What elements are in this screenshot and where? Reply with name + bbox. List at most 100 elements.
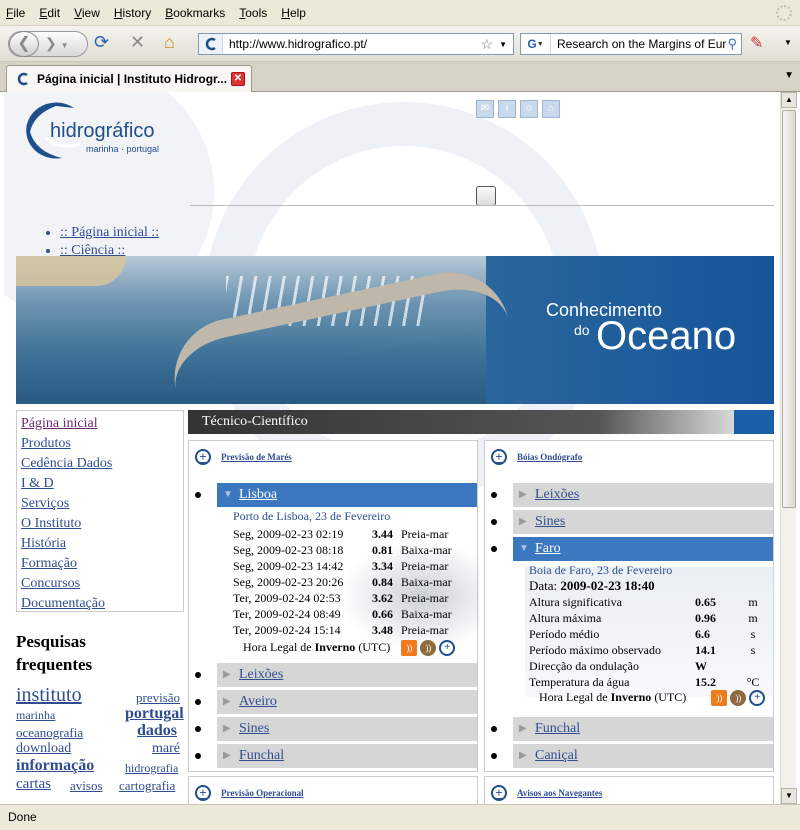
info-icon[interactable]: i — [498, 100, 516, 118]
nav-produtos[interactable]: Produtos — [21, 434, 179, 454]
buoy-item-canical[interactable]: ▶ Caniçal — [491, 744, 773, 768]
logo-wordmark: hidrográfico — [50, 120, 155, 142]
contact-icon[interactable]: ✉ — [476, 100, 494, 118]
nav-i-d[interactable]: I & D — [21, 474, 179, 494]
buoy-item-faro[interactable]: ▼ Faro — [491, 537, 773, 561]
tide-item-sines[interactable]: ▶ Sines — [195, 717, 477, 741]
site-favicon-icon — [199, 34, 223, 54]
top-link-pagina-inicial[interactable]: :: Página inicial :: — [60, 224, 159, 242]
vertical-scrollbar[interactable]: ▲ ▼ — [780, 92, 797, 804]
tide-item-funchal[interactable]: ▶ Funchal — [195, 744, 477, 768]
avisos-navegantes-title[interactable]: + Avisos aos Navegantes — [491, 785, 602, 801]
url-dropdown-icon[interactable]: ▼ — [499, 40, 507, 49]
tag-link[interactable]: dados — [137, 722, 177, 740]
tag-link[interactable]: oceanografia — [16, 725, 83, 741]
tag-link[interactable]: cartografia — [119, 778, 175, 794]
search-submit-button[interactable] — [476, 186, 496, 206]
previsao-operacional-title[interactable]: + Previsão Operacional — [195, 785, 304, 801]
site-logo[interactable]: hidrográfico marinha · portugal — [16, 98, 186, 168]
tide-item-aveiro[interactable]: ▶ Aveiro — [195, 690, 477, 714]
previsao-mares-title[interactable]: + Previsão de Marés — [195, 449, 292, 465]
search-engine-google-icon[interactable]: G ▼ — [521, 34, 551, 54]
caret-right-icon: ▶ — [223, 696, 231, 707]
nav-concursos[interactable]: Concursos — [21, 574, 179, 594]
nav-o-instituto[interactable]: O Instituto — [21, 514, 179, 534]
menu-file[interactable]: File — [6, 6, 25, 20]
user-icon[interactable]: ☺ — [520, 100, 538, 118]
tab-list-icon[interactable]: ▼ — [784, 70, 794, 81]
caret-right-icon: ▶ — [223, 750, 231, 761]
forward-button[interactable]: ❯ ▼ — [45, 35, 69, 52]
podcast-icon[interactable]: )) — [730, 690, 747, 707]
tag-link[interactable]: maré — [152, 741, 180, 757]
toolbar-overflow-icon[interactable]: ▼ — [784, 38, 792, 47]
tab-title: Página inicial | Instituto Hidrogr... — [37, 72, 228, 86]
tag-link[interactable]: hidrografia — [125, 761, 178, 776]
boias-ondografo-title[interactable]: + Bóias Ondógrafo — [491, 449, 582, 465]
tag-link[interactable]: portugal — [125, 705, 184, 723]
tide-item-leixoes[interactable]: ▶ Leixões — [195, 663, 477, 687]
nav-cedencia-dados[interactable]: Cedência Dados — [21, 454, 179, 474]
nav-documentacao[interactable]: Documentação — [21, 594, 179, 614]
table-row: Temperatura da água 15.2 °C — [529, 674, 760, 689]
table-row: Ter, 2009-02-24 02:53 3.62 Preia-mar — [233, 590, 449, 605]
tag-link[interactable]: download — [16, 741, 71, 757]
buoy-data-date: Data: 2009-02-23 18:40 — [529, 578, 655, 593]
caret-right-icon: ▶ — [223, 723, 231, 734]
pesquisas-frequentes-heading: Pesquisas frequentes — [16, 632, 93, 674]
stop-button[interactable]: ✕ — [130, 32, 145, 53]
search-icon[interactable]: ⚲ — [727, 36, 737, 52]
buoy-item-funchal[interactable]: ▶ Funchal — [491, 717, 773, 741]
menu-view[interactable]: View — [74, 6, 100, 20]
tag-link[interactable]: marinha — [16, 708, 55, 723]
reload-button[interactable]: ⟳ — [94, 32, 109, 53]
add-plus-icon[interactable]: + — [749, 690, 766, 707]
menu-help[interactable]: Help — [281, 6, 306, 20]
tag-link[interactable]: previsão — [136, 690, 180, 706]
tab-pagina-inicial[interactable]: Página inicial | Instituto Hidrogr... ✕ — [6, 65, 252, 92]
scroll-up-icon[interactable]: ▲ — [781, 92, 797, 108]
menu-bookmarks[interactable]: Bookmarks — [165, 6, 225, 20]
addon-icon[interactable]: ✎ — [750, 33, 763, 53]
search-bar[interactable]: G▼ Research on the Margins of Europe ⚲ — [520, 33, 742, 55]
section-title-bar: Técnico-Científico — [188, 410, 774, 434]
menu-edit[interactable]: Edit — [39, 6, 60, 20]
tab-close-icon[interactable]: ✕ — [231, 72, 245, 86]
tag-link[interactable]: cartas — [16, 776, 51, 793]
scrollbar-thumb[interactable] — [782, 110, 796, 508]
menu-history[interactable]: History — [114, 6, 151, 20]
tag-link[interactable]: informação — [16, 757, 94, 775]
table-row: Período médio 6.6 s — [529, 626, 756, 641]
table-row: Altura significativa 0.65 m — [529, 594, 758, 609]
buoy-item-sines[interactable]: ▶ Sines — [491, 510, 773, 534]
search-input[interactable]: Research on the Margins of Europe — [551, 37, 727, 51]
tag-link[interactable]: avisos — [70, 778, 103, 794]
nav-servicos[interactable]: Serviços — [21, 494, 179, 514]
avisos-navegantes-panel: + Avisos aos Navegantes — [484, 776, 774, 804]
table-row: Ter, 2009-02-24 08:49 0.66 Baixa-mar — [233, 606, 452, 621]
tide-subtitle: Porto de Lisboa, 23 de Fevereiro — [233, 509, 391, 523]
header-divider — [190, 205, 774, 206]
buoy-item-leixoes[interactable]: ▶ Leixões — [491, 483, 773, 507]
left-navigation: Página inicial Produtos Cedência Dados I… — [16, 410, 184, 612]
nav-pagina-inicial[interactable]: Página inicial — [21, 414, 179, 434]
scroll-down-icon[interactable]: ▼ — [781, 788, 797, 804]
tide-hora-legal: Hora Legal de Inverno (UTC) )) )) + — [233, 640, 456, 657]
tide-item-lisboa[interactable]: ▼ Lisboa — [195, 483, 477, 507]
rss-icon[interactable]: )) — [711, 690, 728, 707]
home-icon[interactable]: ⌂ — [542, 100, 560, 118]
url-bar[interactable]: http://www.hidrografico.pt/ ☆ ▼ — [198, 33, 514, 55]
back-button[interactable]: ❮ — [9, 31, 39, 57]
bookmark-star-icon[interactable]: ☆ — [481, 36, 494, 53]
tag-link[interactable]: instituto — [16, 684, 82, 707]
logo-subtitle: marinha · portugal — [86, 144, 160, 154]
url-text[interactable]: http://www.hidrografico.pt/ — [223, 37, 481, 51]
table-row: Seg, 2009-02-23 02:19 3.44 Preia-mar — [233, 526, 449, 541]
home-button[interactable]: ⌂ — [164, 32, 175, 53]
podcast-icon[interactable]: )) — [420, 640, 437, 657]
add-plus-icon[interactable]: + — [439, 640, 456, 657]
menu-tools[interactable]: Tools — [239, 6, 267, 20]
rss-icon[interactable]: )) — [401, 640, 418, 657]
nav-historia[interactable]: História — [21, 534, 179, 554]
nav-formacao[interactable]: Formação — [21, 554, 179, 574]
